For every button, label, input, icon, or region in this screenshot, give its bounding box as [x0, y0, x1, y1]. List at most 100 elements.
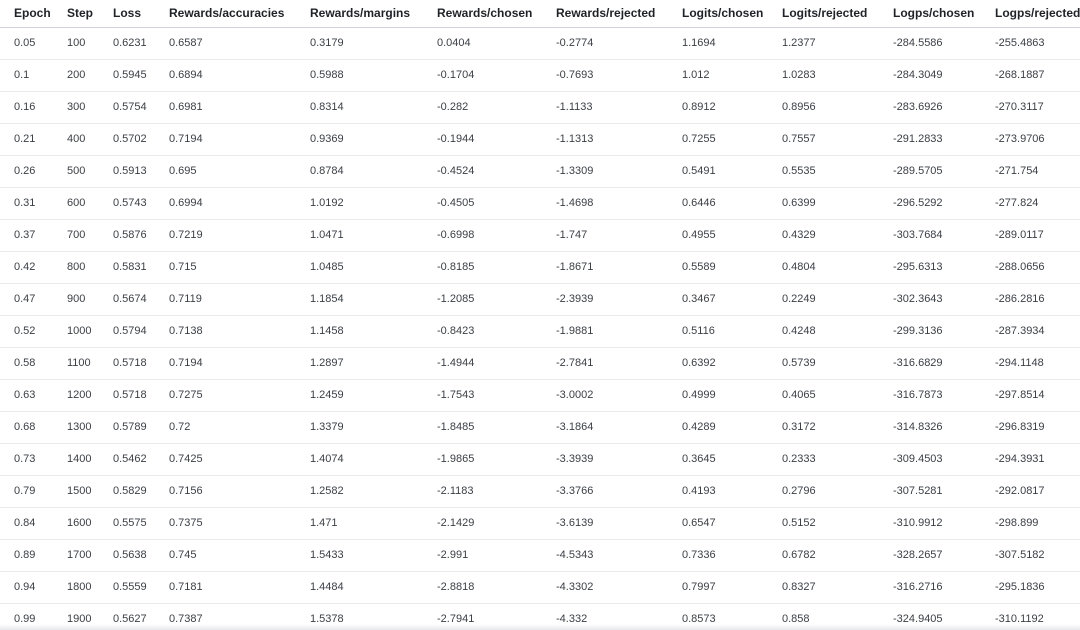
table-row: 0.79 1500 0.5829 0.7156 1.2582 -2.1183 -3.3766…	[0, 475, 1080, 508]
cell-rewards-chosen: -2.1183	[423, 475, 542, 508]
cell-rewards-margins: 1.0471	[296, 219, 423, 252]
cell-rewards-margins: 0.9369	[296, 123, 423, 156]
cell-rewards-margins: 1.4484	[296, 571, 423, 604]
cell-logits-rejected: 1.0283	[768, 59, 879, 92]
cell-logits-chosen: 1.1694	[668, 27, 768, 60]
cell-logps-chosen: -316.6829	[879, 347, 981, 380]
cell-epoch: 0.79	[0, 475, 53, 508]
cell-rewards-margins: 1.1854	[296, 283, 423, 316]
table-row: 0.37 700 0.5876 0.7219 1.0471 -0.6998 -1.747 0.…	[0, 219, 1080, 252]
cell-logps-chosen: -309.4503	[879, 443, 981, 476]
cell-loss: 0.5913	[99, 155, 155, 188]
cell-rewards-rejected: -3.3939	[542, 443, 668, 476]
table-header: Epoch Step Loss Rewards/accuracies Rewar…	[0, 0, 1080, 28]
cell-loss: 0.5718	[99, 347, 155, 380]
cell-rewards-chosen: -1.4944	[423, 347, 542, 380]
cell-logits-rejected: 0.4248	[768, 315, 879, 348]
cell-logps-rejected: -255.4863	[981, 27, 1080, 60]
cell-epoch: 0.63	[0, 379, 53, 412]
cell-step: 400	[53, 123, 99, 156]
table-row: 0.42 800 0.5831 0.715 1.0485 -0.8185 -1.8671 0.…	[0, 251, 1080, 284]
cell-logits-rejected: 0.5535	[768, 155, 879, 188]
cell-rewards-chosen: -2.8818	[423, 571, 542, 604]
table-row: 0.52 1000 0.5794 0.7138 1.1458 -0.8423 -1.9881…	[0, 315, 1080, 348]
cell-step: 1400	[53, 443, 99, 476]
table-row: 0.05 100 0.6231 0.6587 0.3179 0.0404 -0.2774 1.…	[0, 27, 1080, 60]
cell-rewards-margins: 0.3179	[296, 27, 423, 60]
cell-logps-chosen: -291.2833	[879, 123, 981, 156]
cell-loss: 0.5718	[99, 379, 155, 412]
cell-logps-rejected: -292.0817	[981, 475, 1080, 508]
cell-logits-rejected: 1.2377	[768, 27, 879, 60]
cell-logits-chosen: 0.5491	[668, 155, 768, 188]
cell-logits-chosen: 0.6392	[668, 347, 768, 380]
cell-rewards-accuracies: 0.7425	[155, 443, 296, 476]
cell-logits-chosen: 0.6547	[668, 507, 768, 540]
header-rewards-accuracies: Rewards/accuracies	[155, 0, 296, 28]
header-logps-chosen: Logps/chosen	[879, 0, 981, 28]
cell-logits-chosen: 0.4289	[668, 411, 768, 444]
cell-rewards-accuracies: 0.6587	[155, 27, 296, 60]
cell-step: 200	[53, 59, 99, 92]
cell-logits-rejected: 0.5739	[768, 347, 879, 380]
cell-rewards-rejected: -0.2774	[542, 27, 668, 60]
cell-rewards-rejected: -1.1133	[542, 91, 668, 124]
cell-rewards-accuracies: 0.7275	[155, 379, 296, 412]
cell-rewards-rejected: -4.5343	[542, 539, 668, 572]
cell-logps-chosen: -283.6926	[879, 91, 981, 124]
cell-loss: 0.5794	[99, 315, 155, 348]
cell-rewards-accuracies: 0.7138	[155, 315, 296, 348]
cell-loss: 0.5789	[99, 411, 155, 444]
cell-logits-chosen: 1.012	[668, 59, 768, 92]
cell-loss: 0.5638	[99, 539, 155, 572]
cell-logits-rejected: 0.4804	[768, 251, 879, 284]
table-row: 0.21 400 0.5702 0.7194 0.9369 -0.1944 -1.1313 0…	[0, 123, 1080, 156]
cell-step: 500	[53, 155, 99, 188]
header-loss: Loss	[99, 0, 155, 28]
cell-logps-chosen: -296.5292	[879, 187, 981, 220]
cell-logits-chosen: 0.5589	[668, 251, 768, 284]
cell-epoch: 0.84	[0, 507, 53, 540]
cell-epoch: 0.21	[0, 123, 53, 156]
cell-rewards-chosen: -0.282	[423, 91, 542, 124]
cell-rewards-chosen: -1.2085	[423, 283, 542, 316]
cell-logps-rejected: -294.1148	[981, 347, 1080, 380]
cell-logps-chosen: -289.5705	[879, 155, 981, 188]
results-page: Epoch Step Loss Rewards/accuracies Rewar…	[0, 0, 1080, 630]
cell-rewards-accuracies: 0.7194	[155, 123, 296, 156]
cell-logits-chosen: 0.8912	[668, 91, 768, 124]
header-rewards-margins: Rewards/margins	[296, 0, 423, 28]
cell-logps-rejected: -307.5182	[981, 539, 1080, 572]
cell-logits-chosen: 0.7255	[668, 123, 768, 156]
header-rewards-chosen: Rewards/chosen	[423, 0, 542, 28]
table-row: 0.47 900 0.5674 0.7119 1.1854 -1.2085 -2.3939 0…	[0, 283, 1080, 316]
cell-step: 100	[53, 27, 99, 60]
cell-step: 700	[53, 219, 99, 252]
cell-logits-chosen: 0.3645	[668, 443, 768, 476]
cell-step: 1200	[53, 379, 99, 412]
cell-logps-rejected: -286.2816	[981, 283, 1080, 316]
cell-rewards-margins: 1.3379	[296, 411, 423, 444]
cell-step: 300	[53, 91, 99, 124]
cell-rewards-accuracies: 0.72	[155, 411, 296, 444]
cell-rewards-margins: 0.5988	[296, 59, 423, 92]
cell-rewards-chosen: -1.9865	[423, 443, 542, 476]
cell-rewards-chosen: -1.7543	[423, 379, 542, 412]
cell-rewards-accuracies: 0.7119	[155, 283, 296, 316]
cell-loss: 0.5674	[99, 283, 155, 316]
cell-logps-rejected: -270.3117	[981, 91, 1080, 124]
cell-rewards-accuracies: 0.6894	[155, 59, 296, 92]
cell-epoch: 0.58	[0, 347, 53, 380]
cell-rewards-rejected: -1.3309	[542, 155, 668, 188]
table-row: 0.68 1300 0.5789 0.72 1.3379 -1.8485 -3.1864 0.…	[0, 411, 1080, 444]
cell-rewards-accuracies: 0.7219	[155, 219, 296, 252]
cell-step: 1700	[53, 539, 99, 572]
cell-rewards-chosen: -0.8185	[423, 251, 542, 284]
cell-logits-rejected: 0.2249	[768, 283, 879, 316]
cell-loss: 0.5829	[99, 475, 155, 508]
cell-logits-rejected: 0.6782	[768, 539, 879, 572]
cell-logps-chosen: -316.7873	[879, 379, 981, 412]
cell-logits-rejected: 0.5152	[768, 507, 879, 540]
cell-logps-chosen: -299.3136	[879, 315, 981, 348]
cell-step: 1600	[53, 507, 99, 540]
